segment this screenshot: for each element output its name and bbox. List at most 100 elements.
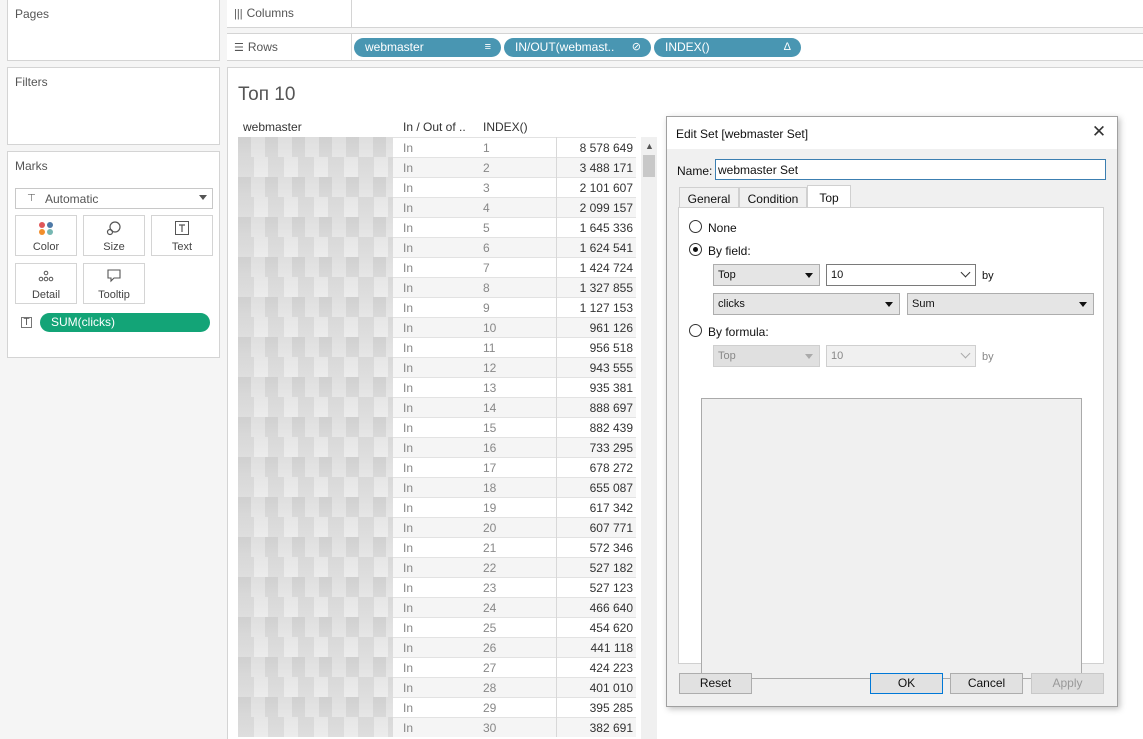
- none-radio[interactable]: [689, 220, 702, 233]
- webmaster-cell-redacted: [238, 157, 393, 177]
- table-row[interactable]: In 26 441 118: [238, 637, 636, 657]
- field-count-combo[interactable]: 10: [826, 264, 976, 286]
- size-button[interactable]: Size: [83, 215, 145, 256]
- header-inout[interactable]: In / Out of ..: [403, 120, 466, 134]
- header-webmaster[interactable]: webmaster: [243, 120, 302, 134]
- table-row[interactable]: In 20 607 771: [238, 517, 636, 537]
- table-row[interactable]: In 4 2 099 157: [238, 197, 636, 217]
- inout-cell: In: [403, 321, 414, 335]
- table-row[interactable]: In 6 1 624 541: [238, 237, 636, 257]
- scroll-up-icon[interactable]: ▲: [645, 141, 654, 151]
- table-row[interactable]: In 7 1 424 724: [238, 257, 636, 277]
- color-button[interactable]: Color: [15, 215, 77, 256]
- table-row[interactable]: In 12 943 555: [238, 357, 636, 377]
- table-row[interactable]: In 3 2 101 607: [238, 177, 636, 197]
- field-measure-select[interactable]: clicks: [713, 293, 900, 315]
- table-row[interactable]: In 2 3 488 171: [238, 157, 636, 177]
- webmaster-pill-label: webmaster: [365, 40, 424, 54]
- table-row[interactable]: In 22 527 182: [238, 557, 636, 577]
- text-button[interactable]: Text: [151, 215, 213, 256]
- pages-title: Pages: [15, 7, 50, 21]
- table-row[interactable]: In 17 678 272: [238, 457, 636, 477]
- filters-card[interactable]: Filters: [7, 67, 220, 145]
- tab-condition[interactable]: Condition: [739, 187, 807, 208]
- tooltip-icon: [84, 268, 144, 284]
- header-index[interactable]: INDEX(): [483, 120, 528, 134]
- tooltip-button[interactable]: Tooltip: [83, 263, 145, 304]
- webmaster-cell-redacted: [238, 437, 393, 457]
- dialog-title: Edit Set [webmaster Set]: [676, 127, 809, 141]
- table-row[interactable]: In 10 961 126: [238, 317, 636, 337]
- text-mark-icon: ⊤: [27, 193, 36, 204]
- by-formula-radio[interactable]: [689, 324, 702, 337]
- table-row[interactable]: In 19 617 342: [238, 497, 636, 517]
- field-aggregation-select[interactable]: Sum: [907, 293, 1094, 315]
- table-row[interactable]: In 25 454 620: [238, 617, 636, 637]
- column-separator: [556, 577, 557, 597]
- ok-button[interactable]: OK: [870, 673, 943, 694]
- table-row[interactable]: In 13 935 381: [238, 377, 636, 397]
- inout-cell: In: [403, 361, 414, 375]
- set-name-input[interactable]: webmaster Set: [715, 159, 1106, 180]
- reset-button[interactable]: Reset: [679, 673, 752, 694]
- column-separator: [556, 217, 557, 237]
- column-separator: [556, 317, 557, 337]
- column-separator: [556, 297, 557, 317]
- table-row[interactable]: In 29 395 285: [238, 697, 636, 717]
- edit-set-dialog: Edit Set [webmaster Set] ✕ Name: webmast…: [666, 116, 1118, 707]
- clicks-cell: 382 691: [589, 721, 633, 735]
- table-row[interactable]: In 1 8 578 649: [238, 137, 636, 157]
- table-row[interactable]: In 28 401 010: [238, 677, 636, 697]
- webmaster-cell-redacted: [238, 577, 393, 597]
- webmaster-cell-redacted: [238, 537, 393, 557]
- table-row[interactable]: In 18 655 087: [238, 477, 636, 497]
- inout-cell: In: [403, 201, 414, 215]
- sum-clicks-pill[interactable]: SUM(clicks): [40, 313, 210, 332]
- table-row[interactable]: In 14 888 697: [238, 397, 636, 417]
- webmaster-pill[interactable]: webmaster ≡: [354, 38, 501, 57]
- inout-cell: In: [403, 681, 414, 695]
- field-top-select[interactable]: Top: [713, 264, 820, 286]
- inout-cell: In: [403, 301, 414, 315]
- scroll-thumb[interactable]: [643, 155, 655, 177]
- close-icon[interactable]: ✕: [1089, 122, 1109, 142]
- table-row[interactable]: In 16 733 295: [238, 437, 636, 457]
- table-row[interactable]: In 15 882 439: [238, 417, 636, 437]
- tab-top[interactable]: Top: [807, 185, 851, 208]
- by-field-radio[interactable]: [689, 243, 702, 256]
- dialog-titlebar[interactable]: Edit Set [webmaster Set] ✕: [667, 117, 1117, 149]
- webmaster-cell-redacted: [238, 417, 393, 437]
- clicks-cell: 572 346: [589, 541, 633, 555]
- columns-shelf-label: ||| Columns: [234, 6, 294, 20]
- vertical-scrollbar[interactable]: ▲: [641, 137, 657, 739]
- pages-card[interactable]: Pages: [7, 0, 220, 61]
- table-row[interactable]: In 21 572 346: [238, 537, 636, 557]
- mark-type-dropdown[interactable]: ⊤ Automatic: [15, 188, 213, 209]
- table-row[interactable]: In 8 1 327 855: [238, 277, 636, 297]
- column-separator: [556, 477, 557, 497]
- table-row[interactable]: In 11 956 518: [238, 337, 636, 357]
- detail-button[interactable]: Detail: [15, 263, 77, 304]
- table-row[interactable]: In 24 466 640: [238, 597, 636, 617]
- table-row[interactable]: In 27 424 223: [238, 657, 636, 677]
- column-separator: [556, 557, 557, 577]
- table-row[interactable]: In 23 527 123: [238, 577, 636, 597]
- chevron-down-icon: [885, 302, 893, 307]
- rows-shelf[interactable]: ☰ Rows webmaster ≡ IN/OUT(webmast.. ⊘ IND…: [227, 33, 1143, 61]
- columns-shelf[interactable]: ||| Columns: [227, 0, 1143, 28]
- column-separator: [556, 397, 557, 417]
- by-formula-label: By formula:: [708, 325, 769, 339]
- table-row[interactable]: In 9 1 127 153: [238, 297, 636, 317]
- inout-cell: In: [403, 641, 414, 655]
- webmaster-cell-redacted: [238, 657, 393, 677]
- webmaster-cell-redacted: [238, 457, 393, 477]
- index-pill[interactable]: INDEX() Δ: [654, 38, 801, 57]
- table-row[interactable]: In 30 382 691: [238, 717, 636, 737]
- table-row[interactable]: In 5 1 645 336: [238, 217, 636, 237]
- worksheet-title: Топ 10: [238, 84, 296, 105]
- tab-general[interactable]: General: [679, 187, 739, 208]
- inout-pill[interactable]: IN/OUT(webmast.. ⊘: [504, 38, 651, 57]
- index-cell: 20: [483, 521, 497, 535]
- clicks-cell: 8 578 649: [579, 141, 633, 155]
- cancel-button[interactable]: Cancel: [950, 673, 1023, 694]
